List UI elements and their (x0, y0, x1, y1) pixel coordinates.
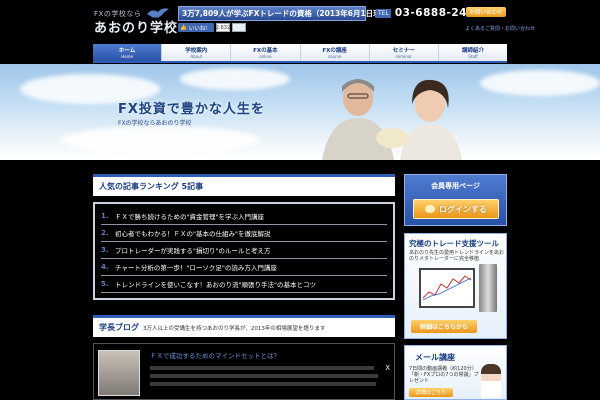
list-item[interactable]: 1. ＦＸで勝ち続けるための"資金管理"を学ぶ入門講座 (101, 208, 387, 225)
cloud (60, 126, 260, 154)
fb-like-label: いいね！ (188, 25, 211, 32)
nav-seminar[interactable]: セミナー seminar (369, 44, 439, 61)
list-item[interactable]: 5. トレンドラインを使いこなす！あおのり流"順張り手法"の基本とコツ (101, 276, 387, 293)
fb-like-count: 2,632 (215, 23, 231, 32)
mail-title: メール講座 (415, 353, 455, 362)
nav-course[interactable]: FXの講座 course (300, 44, 370, 61)
article-card: ＦＸで成功するためのマインドセットとは？ X (93, 343, 395, 400)
article-title[interactable]: ＦＸで成功するためのマインドセットとは？ (150, 350, 280, 360)
contact-button[interactable]: お問い合わせ (466, 7, 506, 17)
nav-label: 講師紹介 (461, 48, 484, 54)
monitor-chart-image (419, 268, 475, 308)
couple-photo (322, 79, 462, 160)
rank-number: 1. (101, 212, 109, 220)
cloud (480, 70, 600, 96)
tool-description: あおのり先生の愛用トレンドラインをあおのりメタトレーダーに完全移植 (409, 250, 505, 262)
rank-number: 3. (101, 246, 109, 254)
nav-label: 学校案内 (185, 48, 208, 54)
main-nav: ホーム Home 学校案内 About FXの基本 online FXの講座 c… (93, 44, 508, 63)
ranking-list: 1. ＦＸで勝ち続けるための"資金管理"を学ぶ入門講座 2. 初心者でもわかる！… (93, 202, 395, 300)
key-icon (425, 205, 435, 213)
blog-heading-title: 学長ブログ (99, 323, 139, 332)
text-line (150, 382, 376, 386)
nav-label: ホーム (118, 48, 136, 54)
mail-course-banner[interactable]: メール講座 7日間の動画講義（約120分）「新・FXプロの7つの常識」プレゼント… (404, 345, 507, 400)
rank-link[interactable]: ＦＸで勝ち続けるための"資金管理"を学ぶ入門講座 (115, 211, 264, 221)
presenter-image (481, 364, 501, 398)
ranking-heading-text: 人気の記事ランキング 5記事 (99, 182, 204, 191)
tagline-text: 3万7,809人が学ぶFXトレードの資格（2013年6月1日現在） (182, 9, 396, 18)
tagline-banner: 3万7,809人が学ぶFXトレードの資格（2013年6月1日現在） (178, 6, 396, 21)
rank-number: 4. (101, 263, 109, 271)
rank-link[interactable]: 初心者でもわかる！ＦＸの"基本の仕組み"を徹底解説 (115, 228, 270, 238)
list-item[interactable]: 2. 初心者でもわかる！ＦＸの"基本の仕組み"を徹底解説 (101, 225, 387, 242)
ranking-heading: 人気の記事ランキング 5記事 (93, 174, 395, 196)
tool-detail-button[interactable]: 詳細はこちらから (411, 320, 477, 333)
mail-detail-button[interactable]: 詳細はこちら (409, 388, 453, 397)
text-line (150, 366, 374, 370)
blog-heading-subtitle: 3万人以上の受講生を持つあおのり学長が、2013年の相場展望を語ります (143, 325, 326, 332)
member-title: 会員専用ページ (431, 182, 480, 190)
nav-label: セミナー (392, 48, 415, 54)
thumbs-up-icon: 👍 (180, 24, 187, 31)
nav-sublabel: Staff (468, 54, 478, 59)
rank-link[interactable]: チャート分析の第一歩！"ローソク足"の読み方入門講座 (115, 262, 277, 272)
nav-about[interactable]: 学校案内 About (162, 44, 232, 61)
cloud (180, 68, 290, 90)
author-photo (98, 350, 140, 396)
site-header: FXの学校なら あおのり学校 3万7,809人が学ぶFXトレードの資格（2013… (0, 0, 600, 44)
member-box: 会員専用ページ ログインする (404, 174, 507, 226)
login-label: ログインする (439, 204, 487, 214)
social-buttons: 👍 いいね！ 2,632 (178, 23, 246, 32)
nav-sublabel: About (190, 54, 203, 59)
share-button[interactable] (232, 23, 246, 32)
rank-link[interactable]: トレンドラインを使いこなす！あおのり流"順張り手法"の基本とコツ (115, 279, 316, 289)
chart-thumbnail-icon (422, 275, 472, 301)
nav-online[interactable]: FXの基本 online (231, 44, 301, 61)
nav-label: FXの講座 (322, 48, 347, 54)
nav-sublabel: seminar (395, 54, 412, 59)
nav-sublabel: Home (121, 54, 133, 59)
rank-number: 2. (101, 229, 109, 237)
rank-number: 5. (101, 280, 109, 288)
tel-label: TEL (376, 8, 391, 18)
tool-title: 究極のトレード支援ツール (409, 239, 499, 248)
tool-banner[interactable]: 究極のトレード支援ツール あおのり先生の愛用トレンドラインをあおのりメタトレーダ… (404, 233, 507, 339)
nav-label: FXの基本 (253, 48, 278, 54)
pc-tower-image (479, 264, 497, 312)
login-button[interactable]: ログインする (413, 199, 499, 219)
hero-banner: FX投資で豊かな人生を FXの学校ならあおのり学校 (0, 64, 600, 160)
close-icon[interactable]: X (385, 364, 390, 372)
hero-subtitle: FXの学校ならあおのり学校 (118, 120, 192, 127)
list-item[interactable]: 4. チャート分析の第一歩！"ローソク足"の読み方入門講座 (101, 259, 387, 276)
mail-description: 7日間の動画講義（約120分）「新・FXプロの7つの常識」プレゼント (409, 366, 479, 384)
nav-sublabel: online (259, 54, 272, 59)
bird-logo-icon (147, 8, 169, 18)
facebook-like-button[interactable]: 👍 いいね！ (178, 23, 214, 32)
nav-sublabel: course (327, 54, 342, 59)
faq-link[interactable]: よくあるご質問・お問い合わせ (465, 25, 535, 32)
rank-link[interactable]: プロトレーダーが実践する"損切り"のルールと考え方 (115, 245, 270, 255)
nav-home[interactable]: ホーム Home (93, 44, 163, 61)
blog-heading: 学長ブログ 3万人以上の受講生を持つあおのり学長が、2013年の相場展望を語りま… (93, 315, 395, 337)
text-line (150, 374, 378, 378)
list-item[interactable]: 3. プロトレーダーが実践する"損切り"のルールと考え方 (101, 242, 387, 259)
hero-title: FX投資で豊かな人生を (118, 102, 265, 117)
nav-staff[interactable]: 講師紹介 Staff (438, 44, 508, 61)
